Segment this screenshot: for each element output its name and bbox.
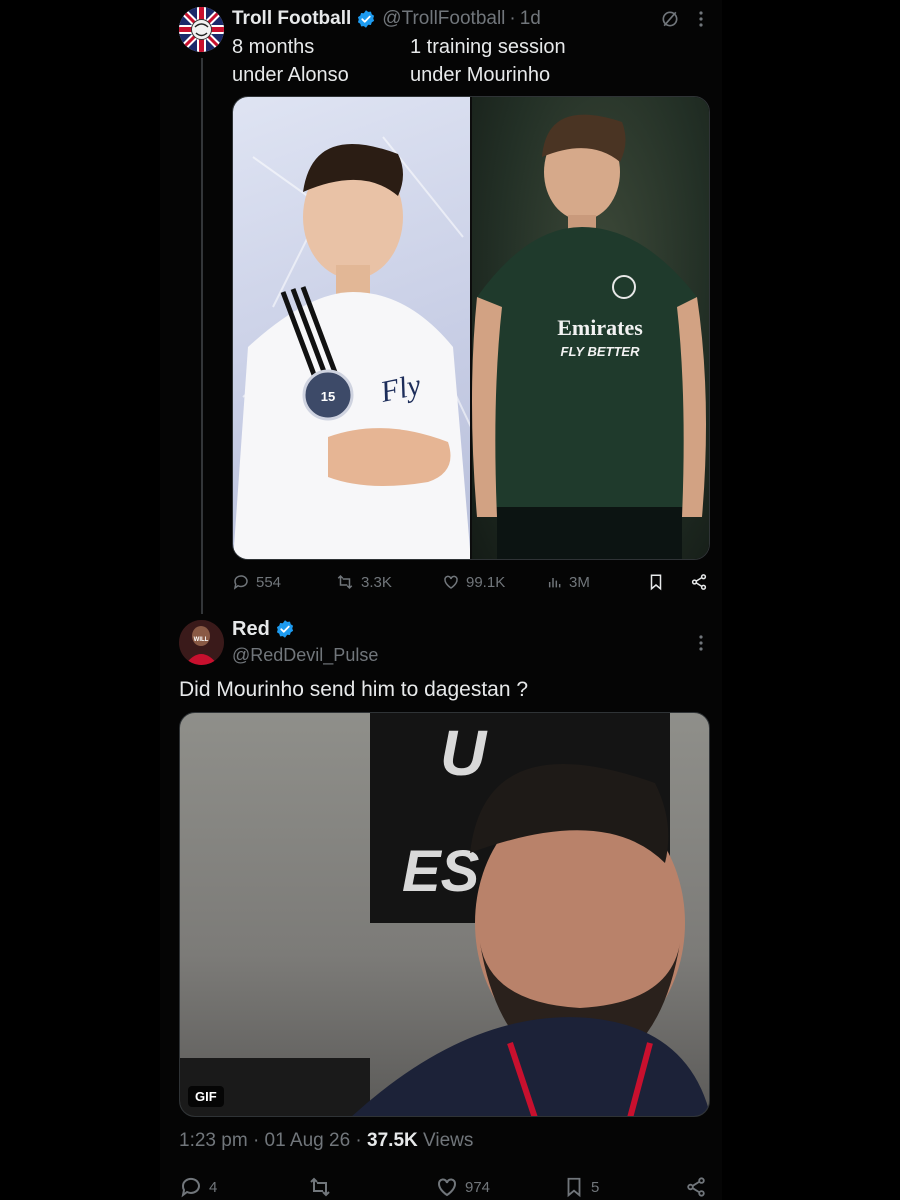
parent-tweet-actions: 554 3.3K 99.1K 3M — [232, 569, 712, 595]
parent-tweet-header: Troll Football @TrollFootball · 1d — [232, 6, 541, 32]
author-handle[interactable]: @TrollFootball — [382, 8, 505, 30]
repost-icon — [310, 1177, 330, 1197]
tweet-time[interactable]: 1:23 pm — [179, 1130, 248, 1151]
verified-icon — [356, 9, 376, 29]
reply-text: Did Mourinho send him to dagestan ? — [179, 678, 529, 701]
thread-connector-line — [201, 58, 203, 614]
author-name[interactable]: Troll Football — [232, 8, 351, 30]
reply-icon — [181, 1177, 200, 1198]
views-label: Views — [423, 1130, 474, 1151]
reply-author-name[interactable]: Red — [232, 618, 270, 641]
like-button[interactable]: 974 — [435, 1174, 490, 1200]
tweet-age[interactable]: 1d — [520, 8, 541, 30]
bg-logo-mid: ES — [402, 839, 480, 904]
reply-button[interactable]: 554 — [232, 569, 281, 595]
reply-tweet-actions: 4 974 5 — [179, 1174, 719, 1200]
share-icon — [691, 574, 707, 590]
reply-icon — [233, 575, 248, 590]
views-total: 37.5K — [367, 1130, 418, 1151]
separator-dot: · — [509, 8, 516, 29]
share-button[interactable] — [690, 569, 708, 595]
photo-dark-kit[interactable]: Emirates FLY BETTER — [471, 97, 709, 559]
photo-white-kit[interactable]: 15 Fly — [233, 97, 470, 559]
parent-tweet-media[interactable]: 15 Fly Emirates FLY BETTER — [232, 96, 710, 560]
meta-dot: · — [355, 1130, 362, 1151]
share-icon — [687, 1177, 705, 1197]
shirt-sponsor-line2: FLY BETTER — [561, 344, 641, 359]
reply-meta: 1:23 pm · 01 Aug 26 · 37.5K Views — [179, 1130, 473, 1152]
reply-button[interactable]: 4 — [179, 1174, 217, 1200]
avatar-text: WILL — [194, 637, 209, 643]
bookmark-count: 5 — [591, 1178, 600, 1196]
like-count: 974 — [465, 1178, 491, 1196]
reply-count: 4 — [209, 1178, 218, 1196]
bookmark-icon — [650, 574, 662, 591]
reply-author-row: Red — [232, 616, 301, 642]
reply-count: 554 — [256, 573, 282, 591]
avatar-red[interactable]: WILL — [179, 620, 224, 665]
like-icon — [438, 1178, 456, 1197]
tweet-text-right: 1 training session under Mourinho — [410, 36, 566, 86]
badge-number: 15 — [321, 389, 335, 404]
views-count: 3M — [569, 573, 590, 591]
views-icon — [548, 578, 561, 588]
share-button[interactable] — [685, 1174, 707, 1200]
like-count: 99.1K — [466, 573, 506, 591]
avatar-troll-football[interactable] — [179, 7, 224, 52]
meta-dot: · — [252, 1130, 260, 1151]
bookmark-button[interactable]: 5 — [563, 1174, 599, 1200]
repost-count: 3.3K — [361, 573, 392, 591]
repost-icon — [337, 574, 353, 590]
bookmark-icon — [567, 1177, 581, 1198]
like-button[interactable]: 99.1K — [442, 569, 505, 595]
like-icon — [444, 575, 458, 589]
repost-button[interactable]: 3.3K — [335, 569, 392, 595]
repost-button[interactable] — [307, 1174, 333, 1200]
verified-icon — [275, 619, 295, 639]
shirt-sponsor-line1: Emirates — [557, 315, 643, 340]
grok-icon[interactable] — [660, 8, 680, 30]
bookmark-button[interactable] — [647, 569, 665, 595]
reply-author-handle[interactable]: @RedDevil_Pulse — [232, 645, 378, 666]
reply-gif-media[interactable]: U ES GIF — [179, 712, 710, 1117]
tweet-date[interactable]: 01 Aug 26 — [265, 1130, 351, 1151]
more-icon[interactable] — [694, 632, 708, 654]
views-button[interactable]: 3M — [547, 569, 590, 595]
more-icon[interactable] — [694, 8, 708, 30]
tweet-text-left: 8 months under Alonso — [232, 36, 349, 86]
bg-logo-top: U — [440, 717, 488, 789]
gif-badge: GIF — [188, 1086, 224, 1107]
